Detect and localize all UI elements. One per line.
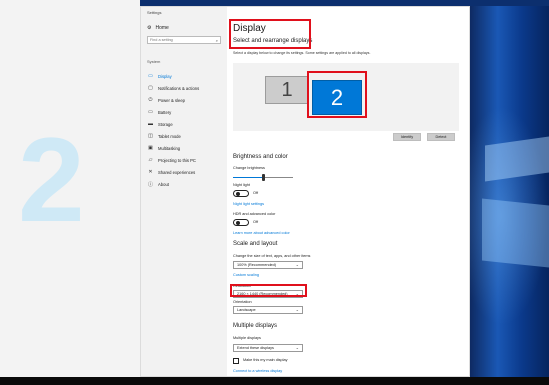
sidebar-item-label: Storage xyxy=(158,121,173,127)
settings-window: Settings ⚙ Home Find a setting ⌕ System … xyxy=(140,6,470,377)
home-label: Home xyxy=(155,25,169,31)
about-icon: ⓘ xyxy=(147,181,153,188)
multiple-displays-value: Extend these displays xyxy=(237,346,274,350)
desktop-background-right xyxy=(470,6,549,377)
scale-value: 100% (Recommended) xyxy=(237,263,277,267)
toggle-knob xyxy=(235,221,240,225)
brightness-heading: Brightness and color xyxy=(233,154,288,160)
sidebar-item-label: About xyxy=(158,181,169,187)
sidebar-item-shared[interactable]: ✕ Shared experiences xyxy=(147,166,225,178)
search-icon: ⌕ xyxy=(215,38,218,43)
night-light-settings-link[interactable]: Night light settings xyxy=(233,202,264,206)
sidebar-item-projecting[interactable]: ▱ Projecting to this PC xyxy=(147,154,225,166)
slider-thumb[interactable] xyxy=(261,174,265,181)
brightness-label: Change brightness xyxy=(233,166,265,170)
sidebar: Settings ⚙ Home Find a setting ⌕ System … xyxy=(141,7,227,376)
highlight-box-title xyxy=(229,19,311,49)
search-input[interactable]: Find a setting ⌕ xyxy=(147,36,221,44)
power-icon: ⏻ xyxy=(148,97,153,103)
sidebar-item-label: Notifications & actions xyxy=(158,85,200,91)
sidebar-item-tablet[interactable]: ◫ Tablet mode xyxy=(147,130,225,142)
multitasking-icon: ▣ xyxy=(148,145,153,151)
sidebar-item-display[interactable]: ▭ Display xyxy=(147,70,225,82)
night-light-label: Night light xyxy=(233,183,250,187)
sidebar-item-label: Display xyxy=(158,73,172,79)
display-icon: ▭ xyxy=(148,73,153,79)
sidebar-item-storage[interactable]: ▬ Storage xyxy=(147,118,225,130)
hdr-toggle[interactable] xyxy=(233,219,249,226)
scale-heading: Scale and layout xyxy=(233,241,278,247)
scale-label: Change the size of text, apps, and other… xyxy=(233,254,311,258)
night-light-toggle[interactable] xyxy=(233,190,249,197)
window-title: Settings xyxy=(147,10,162,15)
hdr-label: HDR and advanced color xyxy=(233,212,276,216)
detect-button[interactable]: Detect xyxy=(427,133,455,141)
identify-button[interactable]: Identify xyxy=(393,133,421,141)
monitor-1[interactable]: 1 xyxy=(265,76,309,104)
sidebar-section-label: System xyxy=(147,59,161,64)
chevron-down-icon: ⌄ xyxy=(295,345,299,350)
search-placeholder: Find a setting xyxy=(150,38,173,42)
display-number-watermark: 2 xyxy=(18,113,85,247)
toggle-knob xyxy=(235,192,240,196)
home-nav-item[interactable]: ⚙ Home xyxy=(147,25,169,31)
custom-scaling-link[interactable]: Custom scaling xyxy=(233,273,259,277)
slider-fill xyxy=(233,177,263,178)
multiple-displays-label: Multiple displays xyxy=(233,336,261,340)
main-display-checkbox[interactable] xyxy=(233,358,239,364)
sidebar-item-label: Multitasking xyxy=(158,145,181,151)
tablet-icon: ◫ xyxy=(148,133,153,139)
hdr-state: Off xyxy=(253,220,258,224)
shared-icon: ✕ xyxy=(148,169,153,175)
chevron-down-icon: ⌄ xyxy=(295,307,299,312)
battery-icon: ▭ xyxy=(148,109,153,115)
desktop-background-left: 2 xyxy=(0,0,140,385)
sidebar-item-multitasking[interactable]: ▣ Multitasking xyxy=(147,142,225,154)
orientation-label: Orientation xyxy=(233,300,252,304)
multiple-displays-dropdown[interactable]: Extend these displays ⌄ xyxy=(233,344,303,352)
sidebar-item-label: Battery xyxy=(158,109,172,115)
projecting-icon: ▱ xyxy=(148,157,153,163)
sidebar-item-battery[interactable]: ▭ Battery xyxy=(147,106,225,118)
wallpaper-pane-bottom xyxy=(482,198,549,268)
chevron-down-icon: ⌄ xyxy=(295,262,299,267)
notifications-icon: ▢ xyxy=(148,85,153,91)
sidebar-nav: ▭ Display ▢ Notifications & actions ⏻ Po… xyxy=(147,70,225,190)
sidebar-item-label: Tablet mode xyxy=(158,133,181,139)
scale-dropdown[interactable]: 100% (Recommended) ⌄ xyxy=(233,261,303,269)
sidebar-item-label: Shared experiences xyxy=(158,169,196,175)
sidebar-item-label: Projecting to this PC xyxy=(158,157,196,163)
hdr-learn-more-link[interactable]: Learn more about advanced color xyxy=(233,231,290,235)
night-light-state: Off xyxy=(253,191,258,195)
storage-icon: ▬ xyxy=(148,121,153,127)
highlight-box-resolution xyxy=(230,284,307,297)
orientation-value: Landscape xyxy=(237,308,256,312)
home-icon: ⚙ xyxy=(147,25,152,31)
wireless-display-link[interactable]: Connect to a wireless display xyxy=(233,369,282,373)
multiple-displays-heading: Multiple displays xyxy=(233,323,278,329)
display-arrangement-area: 1 2 xyxy=(233,63,459,131)
sidebar-item-power[interactable]: ⏻ Power & sleep xyxy=(147,94,225,106)
main-display-label: Make this my main display xyxy=(243,358,288,362)
highlight-box-monitor xyxy=(307,71,367,118)
sidebar-item-about[interactable]: ⓘ About xyxy=(147,178,225,190)
sidebar-item-notifications[interactable]: ▢ Notifications & actions xyxy=(147,82,225,94)
orientation-dropdown[interactable]: Landscape ⌄ xyxy=(233,306,303,314)
main-content: Display Select and rearrange displays Se… xyxy=(229,7,467,376)
sidebar-item-label: Power & sleep xyxy=(158,97,185,103)
brightness-slider[interactable] xyxy=(233,174,293,181)
screen-bottom-edge xyxy=(0,377,549,385)
section-description: Select a display below to change its set… xyxy=(233,51,371,55)
